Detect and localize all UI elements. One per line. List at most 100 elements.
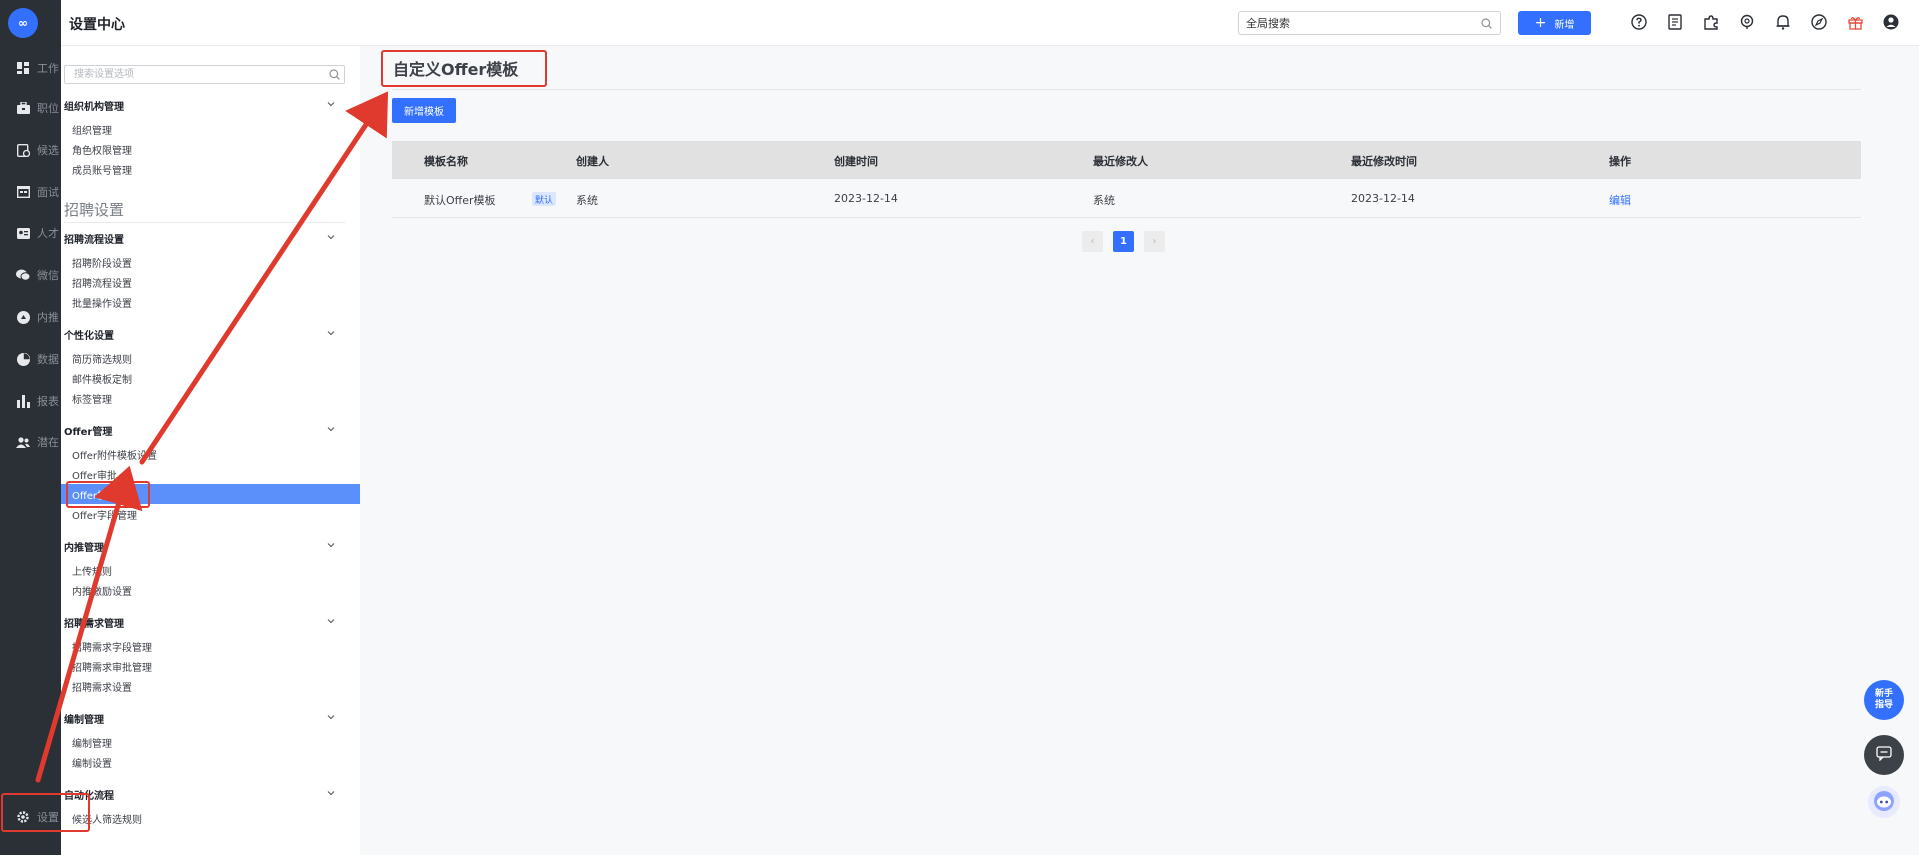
chevron-down-icon[interactable] [326, 232, 336, 242]
sidebar-item-offer-fields[interactable]: Offer字段管理 [61, 504, 360, 524]
table-header: 模板名称 创建人 创建时间 最近修改人 最近修改时间 操作 [392, 141, 1861, 179]
rail-item-label: 面试 [37, 186, 59, 199]
rail-item-talent[interactable]: 人才库 [0, 221, 61, 245]
rail-item-label: 潜在 [37, 436, 59, 449]
add-template-button[interactable]: 新增模板 [392, 98, 456, 123]
help-icon[interactable] [1630, 13, 1648, 31]
group-title-personalization[interactable]: 个性化设置 [64, 327, 114, 342]
rail-item-label: 候选人 [37, 144, 59, 157]
document-icon[interactable] [1666, 13, 1684, 31]
rail-item-label: 内推 [37, 311, 59, 324]
search-icon[interactable] [1481, 18, 1492, 32]
divider [392, 89, 1861, 90]
sidebar-item-referral-incentive[interactable]: 内推激励设置 [61, 580, 360, 600]
chat-button[interactable] [1864, 735, 1904, 775]
rail-item-referral[interactable]: 内推 [0, 305, 61, 329]
app-logo[interactable]: ∞ [8, 8, 38, 38]
gift-icon[interactable] [1846, 13, 1864, 31]
sidebar-item-process-settings[interactable]: 招聘流程设置 [61, 272, 360, 292]
sidebar-item-org-management[interactable]: 组织管理 [61, 119, 360, 139]
group-title-automation[interactable]: 自动化流程 [64, 787, 114, 802]
beginner-guide-button[interactable]: 新手 指导 [1864, 680, 1904, 720]
rail-item-wechat[interactable]: 微信 [0, 263, 61, 287]
sidebar-item-batch-settings[interactable]: 批量操作设置 [61, 292, 360, 312]
main-title: 自定义Offer模板 [393, 60, 519, 79]
compass-icon[interactable] [1810, 13, 1828, 31]
sidebar-item-requirement-settings[interactable]: 招聘需求设置 [61, 676, 360, 696]
pie-chart-icon [16, 352, 30, 366]
calendar-icon [16, 185, 30, 199]
group-title-offer[interactable]: Offer管理 [64, 423, 112, 438]
prev-page-button[interactable]: ‹ [1082, 231, 1103, 252]
chevron-down-icon[interactable] [326, 328, 336, 338]
sidebar-item-role-permissions[interactable]: 角色权限管理 [61, 139, 360, 159]
rail-item-candidates[interactable]: 候选人 [0, 138, 61, 162]
sidebar-item-requirement-fields[interactable]: 招聘需求字段管理 [61, 636, 360, 656]
bell-icon[interactable] [1774, 13, 1792, 31]
candidate-icon [16, 143, 30, 157]
plugin-icon[interactable] [1702, 13, 1720, 31]
default-badge: 默认 [532, 192, 557, 206]
sidebar-item-candidate-filter-rules[interactable]: 候选人筛选规则 [61, 808, 360, 828]
settings-search[interactable] [64, 65, 345, 84]
page-1-button[interactable]: 1 [1113, 231, 1134, 252]
rail-item-label: 数据 [37, 353, 59, 366]
chevron-down-icon[interactable] [326, 788, 336, 798]
global-search-input[interactable] [1239, 12, 1459, 34]
sidebar-item-upload-rules[interactable]: 上传规则 [61, 560, 360, 580]
app-rail: ∞ 工作台 职位 候选人 面试 人才库 微信 [0, 0, 61, 855]
sidebar-item-email-templates[interactable]: 邮件模板定制 [61, 368, 360, 388]
sidebar-item-offer-attachment[interactable]: Offer附件模板设置 [61, 444, 360, 464]
sidebar-item-offer-template-settings[interactable]: Offer模板设置 [61, 484, 360, 504]
plus-icon: + [1534, 15, 1547, 31]
sidebar-item-tag-management[interactable]: 标签管理 [61, 388, 360, 408]
new-button[interactable]: + 新增 [1518, 11, 1591, 35]
rail-item-label: 微信 [37, 269, 59, 282]
sidebar-item-member-accounts[interactable]: 成员账号管理 [61, 159, 360, 179]
support-icon[interactable] [1738, 13, 1756, 31]
search-icon[interactable] [329, 69, 340, 83]
edit-link[interactable]: 编辑 [1609, 192, 1631, 208]
rail-item-potential[interactable]: 潜在 [0, 430, 61, 454]
group-title-process[interactable]: 招聘流程设置 [64, 231, 124, 246]
rail-item-label: 工作台 [37, 62, 59, 75]
sidebar-item-stage-settings[interactable]: 招聘阶段设置 [61, 252, 360, 272]
user-avatar-icon[interactable] [1882, 13, 1900, 31]
chevron-down-icon[interactable] [326, 540, 336, 550]
sidebar-item-resume-filter[interactable]: 简历筛选规则 [61, 348, 360, 368]
sidebar-item-headcount-settings[interactable]: 编制设置 [61, 752, 360, 772]
global-search[interactable] [1238, 11, 1501, 35]
group-title-requirements[interactable]: 招聘需求管理 [64, 615, 124, 630]
chevron-down-icon[interactable] [326, 712, 336, 722]
briefcase-icon [16, 101, 30, 115]
new-button-label: 新增 [1554, 19, 1575, 31]
section-heading: 招聘设置 [64, 201, 125, 219]
sidebar-item-requirement-approval[interactable]: 招聘需求审批管理 [61, 656, 360, 676]
last-modified-time: 2023-12-14 [1351, 192, 1415, 205]
settings-search-input[interactable] [65, 66, 315, 83]
column-header: 创建时间 [834, 155, 878, 168]
chevron-down-icon[interactable] [326, 99, 336, 109]
group-title-headcount[interactable]: 编制管理 [64, 711, 104, 726]
table-row: 默认Offer模板 默认 系统 2023-12-14 系统 2023-12-14… [392, 179, 1861, 218]
gear-icon [16, 810, 30, 824]
chevron-down-icon[interactable] [326, 616, 336, 626]
sidebar-item-headcount-management[interactable]: 编制管理 [61, 732, 360, 752]
page-title: 设置中心 [69, 17, 125, 33]
next-page-button[interactable]: › [1144, 231, 1165, 252]
rail-item-reports[interactable]: 报表 [0, 389, 61, 413]
chevron-down-icon[interactable] [326, 424, 336, 434]
rail-item-jobs[interactable]: 职位 [0, 96, 61, 120]
assistant-bot-button[interactable] [1868, 786, 1900, 818]
column-header: 创建人 [576, 155, 609, 168]
sidebar-item-offer-approval[interactable]: Offer审批 [61, 464, 360, 484]
rail-item-settings[interactable]: 设置 [0, 805, 61, 829]
referral-icon [16, 310, 30, 324]
group-title-referral[interactable]: 内推管理 [64, 539, 104, 554]
rail-item-data[interactable]: 数据 [0, 347, 61, 371]
bar-chart-icon [16, 394, 30, 408]
rail-item-dashboard[interactable]: 工作台 [0, 56, 61, 80]
rail-item-interviews[interactable]: 面试 [0, 180, 61, 204]
group-title-org[interactable]: 组织机构管理 [64, 98, 124, 113]
chat-icon [1876, 746, 1892, 764]
